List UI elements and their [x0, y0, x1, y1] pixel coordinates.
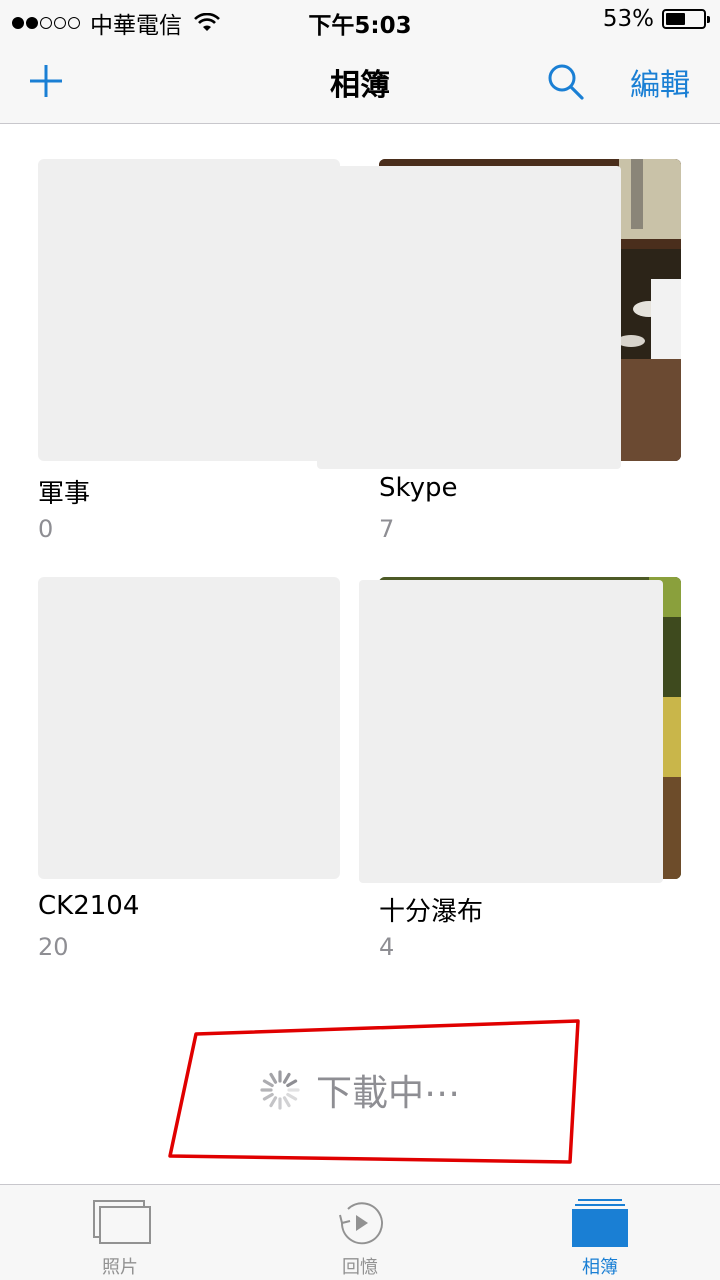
download-status-text: 下載中⋯ [315, 1073, 460, 1114]
status-right: 53% [602, 6, 710, 32]
album-title: 十分瀑布 [379, 897, 484, 927]
album-item[interactable]: 軍事 0 [38, 159, 342, 549]
nav-bar: 相簿 編輯 [0, 40, 720, 124]
albums-icon [572, 1199, 628, 1247]
tab-label: 相簿 [582, 1257, 618, 1278]
album-title: Skype [379, 473, 458, 503]
album-count: 0 [38, 515, 54, 543]
loading-placeholder [317, 166, 621, 469]
battery-icon [662, 9, 710, 29]
tab-albums[interactable]: 相簿 [480, 1185, 720, 1280]
edit-button[interactable]: 編輯 [630, 60, 690, 104]
download-status: 下載中⋯ [0, 1060, 720, 1120]
tab-photos[interactable]: 照片 [0, 1185, 240, 1280]
loading-placeholder [359, 580, 663, 883]
memories-icon [339, 1202, 383, 1245]
photos-icon [93, 1200, 151, 1244]
album-title: CK2104 [38, 891, 140, 921]
tab-label: 照片 [102, 1257, 138, 1278]
album-count: 20 [38, 933, 69, 961]
page-title: 相簿 [330, 68, 390, 103]
tab-bar: 照片 回憶 相簿 [0, 1184, 720, 1280]
spinner-icon [260, 1070, 300, 1110]
album-thumbnail[interactable] [38, 577, 340, 879]
battery-level-fill [666, 13, 686, 25]
battery-percentage: 53% [602, 6, 654, 32]
album-count: 4 [379, 933, 395, 961]
status-bar: 中華電信 下午5:03 53% [0, 0, 720, 40]
album-thumbnail[interactable] [38, 159, 340, 461]
album-title: 軍事 [38, 479, 91, 509]
album-count: 7 [379, 515, 395, 543]
album-item[interactable]: CK2104 20 [38, 577, 342, 967]
search-icon[interactable] [544, 60, 588, 104]
tab-label: 回憶 [342, 1257, 378, 1278]
tab-memories[interactable]: 回憶 [240, 1185, 480, 1280]
